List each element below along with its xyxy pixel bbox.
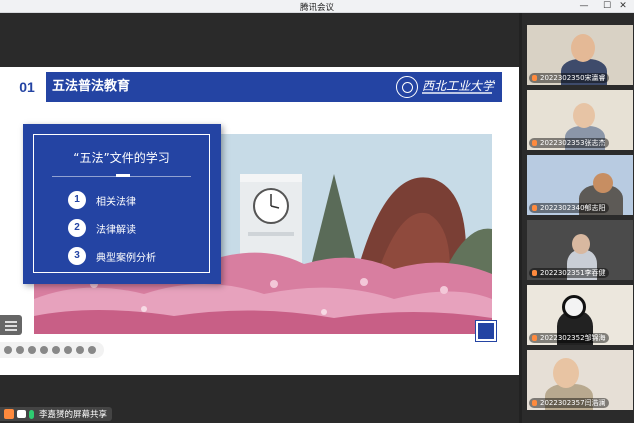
microphone-icon bbox=[29, 409, 34, 419]
record-icon[interactable] bbox=[76, 346, 84, 354]
participant-name: 2022302340郁志阳 bbox=[529, 203, 609, 213]
minimize-button[interactable]: — bbox=[573, 0, 595, 13]
university-logo: 西北工业大学 bbox=[396, 76, 496, 98]
status-bar: 李嘉赟的屏幕共享 bbox=[0, 405, 519, 423]
list-menu-icon bbox=[5, 321, 17, 323]
panel-item-label: 相关法律 bbox=[96, 197, 136, 208]
list-menu-icon-line bbox=[5, 325, 17, 327]
participant-name: 2022302351李吞健 bbox=[529, 268, 609, 278]
content-panel: “五法”文件的学习 1 相关法律 2 法律解读 3 典型案例分析 bbox=[23, 124, 221, 284]
content-panel-frame: “五法”文件的学习 1 相关法律 2 法律解读 3 典型案例分析 bbox=[33, 134, 210, 273]
participant-face bbox=[573, 103, 595, 128]
pen-icon[interactable] bbox=[28, 346, 36, 354]
participant-tile[interactable]: 2022302357闫浩澜 bbox=[527, 350, 633, 410]
more-icon[interactable] bbox=[88, 346, 96, 354]
panel-heading: “五法”文件的学习 bbox=[73, 151, 170, 165]
slide-header: 01 五法普法教育 西北工业大学 bbox=[8, 72, 502, 102]
title-bar: 腾讯会议 — ☐ ✕ bbox=[0, 0, 634, 13]
text-icon[interactable] bbox=[52, 346, 60, 354]
panel-item-number: 1 bbox=[68, 191, 86, 209]
participant-tile[interactable]: 2022302352邹锦海 bbox=[527, 285, 633, 345]
user-icon bbox=[4, 409, 14, 419]
zoom-out-icon[interactable] bbox=[4, 346, 12, 354]
select-icon[interactable] bbox=[40, 346, 48, 354]
participant-name: 2022302353张志杰 bbox=[529, 138, 609, 148]
participant-face bbox=[553, 358, 579, 388]
slide: 01 五法普法教育 西北工业大学 “五法”文件的学习 1 相关法律 2 法律解读… bbox=[0, 67, 519, 375]
slide-title: 五法普法教育 bbox=[52, 79, 131, 94]
share-owner-label: 李嘉赟的屏幕共享 bbox=[39, 410, 108, 420]
screen-icon bbox=[17, 410, 26, 418]
participant-tile[interactable]: 2022302351李吞健 bbox=[527, 220, 633, 280]
annotation-toolbar bbox=[0, 342, 104, 358]
panel-item-number: 2 bbox=[68, 219, 86, 237]
participant-face bbox=[571, 34, 595, 62]
participant-avatar-sticker bbox=[562, 295, 586, 319]
participant-name: 2022302357闫浩澜 bbox=[529, 398, 609, 408]
participant-name: 2022302350宋瀛睿 bbox=[529, 73, 609, 83]
comment-icon[interactable] bbox=[64, 346, 72, 354]
participant-tile[interactable]: 2022302350宋瀛睿 bbox=[527, 25, 633, 85]
slide-accent-square bbox=[475, 320, 497, 342]
list-menu-icon-line bbox=[5, 329, 17, 331]
share-owner-badge[interactable]: 李嘉赟的屏幕共享 bbox=[0, 407, 113, 421]
zoom-in-icon[interactable] bbox=[16, 346, 24, 354]
university-subtitle-line bbox=[422, 92, 492, 94]
participant-list[interactable]: 2022302350宋瀛睿 2022302353张志杰 2022302340郁志… bbox=[519, 13, 634, 423]
panel-item-label: 典型案例分析 bbox=[96, 253, 156, 264]
slide-number: 01 bbox=[8, 72, 46, 102]
university-emblem-icon bbox=[396, 76, 418, 98]
participant-face bbox=[593, 173, 613, 193]
close-button[interactable]: ✕ bbox=[612, 0, 634, 13]
panel-item-number: 3 bbox=[68, 247, 86, 265]
participant-name: 2022302352邹锦海 bbox=[529, 333, 609, 343]
window-title: 腾讯会议 bbox=[299, 3, 334, 13]
participant-face bbox=[572, 234, 590, 254]
panel-divider-mark bbox=[116, 174, 130, 177]
screen-share-area: 01 五法普法教育 西北工业大学 “五法”文件的学习 1 相关法律 2 法律解读… bbox=[0, 13, 519, 405]
participant-tile[interactable]: 2022302353张志杰 bbox=[527, 90, 633, 150]
participant-tile[interactable]: 2022302340郁志阳 bbox=[527, 155, 633, 215]
list-menu-button[interactable] bbox=[0, 315, 22, 335]
panel-item-label: 法律解读 bbox=[96, 225, 136, 236]
